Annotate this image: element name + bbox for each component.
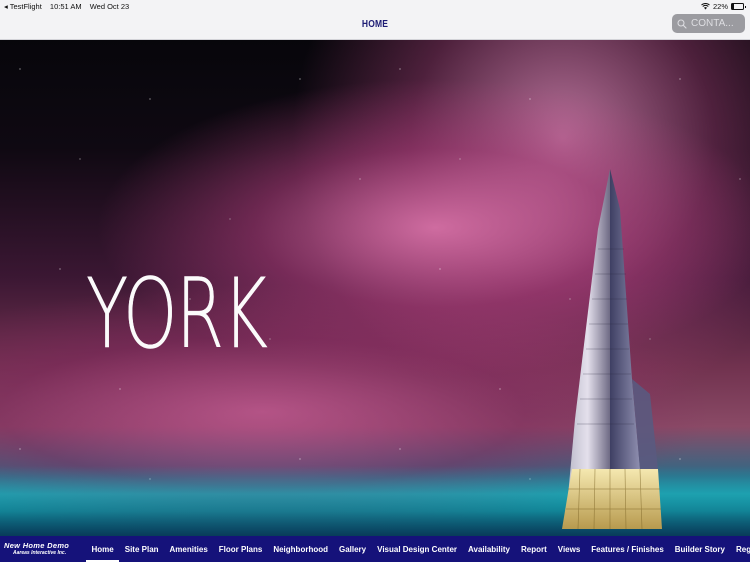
- search-icon: [677, 18, 687, 29]
- tab-visual-design-center[interactable]: Visual Design Center: [372, 536, 463, 562]
- tab-label: Register: [736, 544, 750, 554]
- tab-floor-plans[interactable]: Floor Plans: [213, 536, 268, 562]
- tab-list: Home Site Plan Amenities Floor Plans Nei…: [86, 536, 750, 562]
- tab-label: Site Plan: [124, 544, 159, 554]
- tab-label: Features / Finishes: [591, 544, 664, 554]
- nav-header: HOME: [0, 12, 750, 40]
- search-input[interactable]: [691, 18, 741, 29]
- brand-subtitle: Aareas Interactive Inc.: [13, 549, 67, 556]
- status-time: 10:51 AM: [49, 2, 82, 11]
- search-box[interactable]: [672, 14, 745, 33]
- tab-availability[interactable]: Availability: [463, 536, 516, 562]
- tab-label: Report: [520, 544, 547, 554]
- status-right: 22%: [701, 2, 746, 11]
- hero-image: YORK: [0, 39, 750, 536]
- tab-neighborhood[interactable]: Neighborhood: [268, 536, 334, 562]
- brand-title: New Home Demo: [4, 541, 70, 551]
- tab-label: Home: [91, 544, 114, 554]
- battery-level-fill: [732, 4, 735, 9]
- hero-wordmark: YORK: [86, 258, 268, 370]
- tab-label: Neighborhood: [273, 544, 328, 554]
- status-date: Wed Oct 23: [89, 2, 130, 11]
- tab-label: Amenities: [169, 544, 208, 554]
- tower-illustration: [562, 169, 662, 530]
- tab-site-plan[interactable]: Site Plan: [119, 536, 164, 562]
- tab-label: Floor Plans: [218, 544, 263, 554]
- tab-label: Availability: [468, 544, 510, 554]
- tab-gallery[interactable]: Gallery: [333, 536, 371, 562]
- tab-amenities[interactable]: Amenities: [164, 536, 213, 562]
- bottom-tab-bar: New Home Demo Aareas Interactive Inc. Ho…: [0, 536, 750, 562]
- tab-label: Gallery: [338, 544, 367, 554]
- wifi-icon: [701, 3, 710, 10]
- tab-views[interactable]: Views: [552, 536, 586, 562]
- tab-label: Builder Story: [674, 544, 725, 554]
- brand-logo: New Home Demo Aareas Interactive Inc.: [0, 542, 86, 556]
- tab-features-finishes[interactable]: Features / Finishes: [586, 536, 669, 562]
- tab-label: Views: [557, 544, 581, 554]
- page-title: HOME: [361, 19, 389, 30]
- battery-percent: 22%: [712, 2, 728, 11]
- back-to-testflight[interactable]: ◂ TestFlight: [4, 2, 42, 11]
- status-bar: ◂ TestFlight 10:51 AM Wed Oct 23 22%: [0, 0, 750, 12]
- tab-label: Visual Design Center: [377, 544, 458, 554]
- status-left: ◂ TestFlight 10:51 AM Wed Oct 23: [4, 2, 135, 11]
- tab-report[interactable]: Report: [515, 536, 552, 562]
- battery-icon: [731, 3, 746, 10]
- tab-builder-story[interactable]: Builder Story: [669, 536, 730, 562]
- tab-register[interactable]: Register: [731, 536, 750, 562]
- tab-home[interactable]: Home: [86, 536, 120, 562]
- app-screen: ◂ TestFlight 10:51 AM Wed Oct 23 22% HOM…: [0, 0, 750, 562]
